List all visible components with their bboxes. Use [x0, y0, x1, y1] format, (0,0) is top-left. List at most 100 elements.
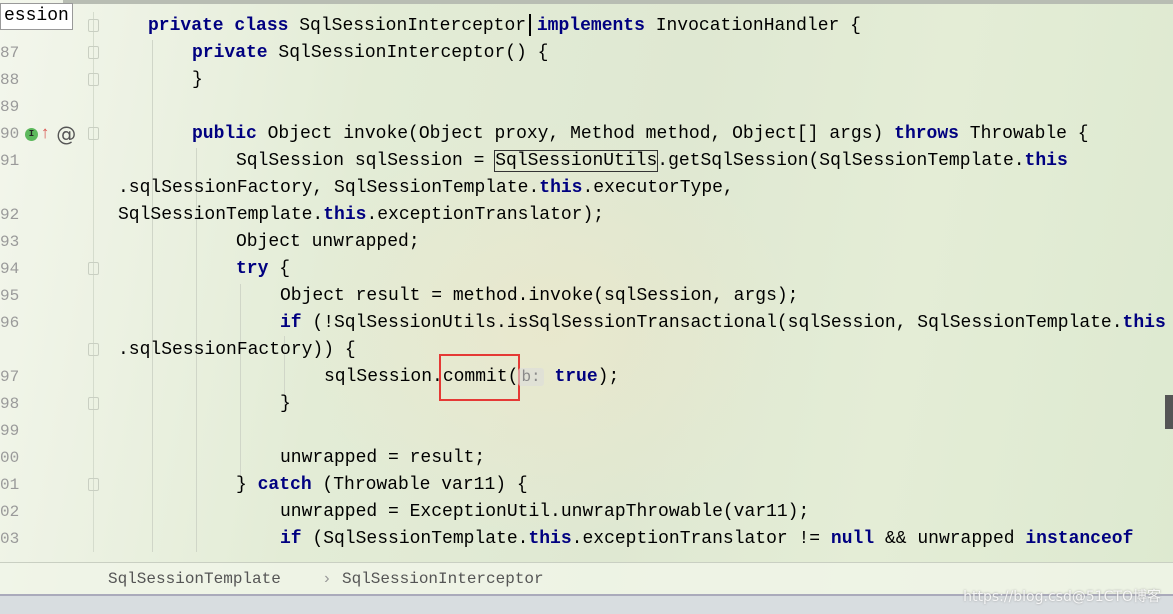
line-number: 00: [0, 449, 20, 467]
code-line[interactable]: .sqlSessionFactory, SqlSessionTemplate.t…: [0, 175, 1173, 225]
code-line[interactable]: 87 private SqlSessionInterceptor() {: [0, 40, 1173, 67]
keyword-token: this: [1024, 151, 1068, 171]
code-editor[interactable]: ession I ↑ @ private class SqlSessionInt…: [0, 0, 1173, 562]
code-token: Object invoke(Object proxy, Method metho…: [267, 124, 895, 144]
keyword-token: if: [280, 313, 313, 333]
code-line[interactable]: 93 Object unwrapped;: [0, 229, 1173, 256]
fold-marker-icon[interactable]: [88, 19, 99, 32]
code-token: && unwrapped: [884, 529, 1026, 549]
code-token: (!SqlSessionUtils.isSqlSessionTransactio…: [312, 313, 1123, 333]
code-token: SqlSession sqlSession =: [236, 151, 496, 171]
fold-marker-icon[interactable]: [88, 127, 99, 140]
line-number: 98: [0, 395, 20, 413]
watermark: https://blog.csd@51CTO博客: [963, 589, 1161, 605]
line-number: 89: [0, 98, 20, 116]
line-number: 97: [0, 368, 20, 386]
code-token: .getSqlSession(SqlSessionTemplate.: [657, 151, 1025, 171]
breadcrumb-item-class[interactable]: SqlSessionTemplate: [108, 563, 281, 595]
breadcrumb-item-inner-class[interactable]: SqlSessionInterceptor: [342, 563, 544, 595]
code-token: .exceptionTranslator !=: [571, 529, 831, 549]
keyword-token: catch: [257, 475, 323, 495]
line-number: 91: [0, 152, 20, 170]
code-text: Object result = method.invoke(sqlSession…: [280, 283, 1173, 310]
code-line[interactable]: 92: [0, 202, 1173, 229]
fold-marker-icon[interactable]: [88, 262, 99, 275]
keyword-token: try: [236, 259, 280, 279]
keyword-token: instanceof: [1025, 529, 1134, 549]
code-token: (Throwable var11) {: [322, 475, 528, 495]
code-text: public Object invoke(Object proxy, Metho…: [192, 121, 1173, 148]
code-token: Throwable {: [969, 124, 1089, 144]
keyword-token: this: [528, 529, 572, 549]
code-line[interactable]: 03 if (SqlSessionTemplate.this.exceptionT…: [0, 526, 1173, 553]
line-number: 90: [0, 125, 20, 143]
code-token: InvocationHandler {: [655, 16, 861, 36]
code-text: Object unwrapped;: [236, 229, 1173, 256]
code-line[interactable]: 98}: [0, 391, 1173, 418]
code-line[interactable]: 96 if (!SqlSessionUtils.isSqlSessionTrans…: [0, 310, 1173, 337]
code-token: SqlSessionUtils: [494, 150, 659, 172]
line-number: 01: [0, 476, 20, 494]
code-token: Object unwrapped;: [236, 232, 420, 252]
code-text: if (SqlSessionTemplate.this.exceptionTra…: [280, 526, 1173, 553]
code-token: SqlSessionInterceptor() {: [278, 43, 549, 63]
code-text: try {: [236, 256, 1173, 283]
line-number: 96: [0, 314, 20, 332]
fold-marker-icon[interactable]: [88, 397, 99, 410]
code-text: private SqlSessionInterceptor() {: [192, 40, 1173, 67]
code-line[interactable]: 01} catch (Throwable var11) {: [0, 472, 1173, 499]
fold-marker-icon[interactable]: [88, 73, 99, 86]
line-number: 93: [0, 233, 20, 251]
keyword-token: throws: [894, 124, 970, 144]
code-text: .sqlSessionFactory)) {: [118, 337, 1173, 364]
code-line[interactable]: 02 unwrapped = ExceptionUtil.unwrapThrowa…: [0, 499, 1173, 526]
fold-marker-icon[interactable]: [88, 478, 99, 491]
code-line[interactable]: 99: [0, 418, 1173, 445]
keyword-token: implements: [526, 16, 656, 36]
code-token: }: [192, 70, 203, 90]
code-text: }: [192, 67, 1173, 94]
fold-marker-icon[interactable]: [88, 343, 99, 356]
code-token: );: [597, 367, 620, 387]
code-text: unwrapped = result;: [280, 445, 1173, 472]
code-token: sqlSession.commit(: [324, 367, 519, 387]
line-number: 03: [0, 530, 20, 548]
code-line[interactable]: 97 sqlSession.commit(b: true);: [0, 364, 1173, 391]
code-token: .sqlSessionFactory, SqlSessionTemplate.: [118, 178, 540, 198]
keyword-token: if: [280, 529, 313, 549]
keyword-token: public: [192, 124, 268, 144]
parameter-hint: b:: [518, 368, 544, 386]
code-token: Object result = method.invoke(sqlSession…: [280, 286, 799, 306]
code-token: SqlSessionInterceptor: [299, 16, 527, 36]
tab-bar-edge: [63, 0, 1173, 4]
keyword-token: true: [554, 367, 598, 387]
code-text: private class SqlSessionInterceptor impl…: [148, 13, 1173, 40]
keyword-token: this: [539, 178, 583, 198]
code-token: {: [279, 259, 291, 279]
line-number: 94: [0, 260, 20, 278]
line-number: 99: [0, 422, 20, 440]
line-number: 02: [0, 503, 20, 521]
code-token: .sqlSessionFactory)) {: [118, 340, 356, 360]
code-line[interactable]: private class SqlSessionInterceptor impl…: [0, 13, 1173, 40]
keyword-token: private class: [148, 16, 300, 36]
line-number: 87: [0, 44, 20, 62]
line-number: 92: [0, 206, 20, 224]
code-text: if (!SqlSessionUtils.isSqlSessionTransac…: [280, 310, 1173, 337]
code-line[interactable]: 89: [0, 94, 1173, 121]
code-line[interactable]: 00 unwrapped = result;: [0, 445, 1173, 472]
keyword-token: private: [192, 43, 279, 63]
line-number: 88: [0, 71, 20, 89]
fold-marker-icon[interactable]: [88, 46, 99, 59]
code-token: unwrapped = ExceptionUtil.unwrapThrowabl…: [280, 502, 810, 522]
keyword-token: null: [830, 529, 885, 549]
code-line[interactable]: .sqlSessionFactory)) {: [0, 337, 1173, 364]
code-line[interactable]: 95 Object result = method.invoke(sqlSessi…: [0, 283, 1173, 310]
code-line[interactable]: 91 SqlSession sqlSession = SqlSessionUtil…: [0, 148, 1173, 175]
code-line[interactable]: 88}: [0, 67, 1173, 94]
line-number: 95: [0, 287, 20, 305]
code-line[interactable]: 90 public Object invoke(Object proxy, Met…: [0, 121, 1173, 148]
code-token: (SqlSessionTemplate.: [312, 529, 529, 549]
code-line[interactable]: 94 try {: [0, 256, 1173, 283]
